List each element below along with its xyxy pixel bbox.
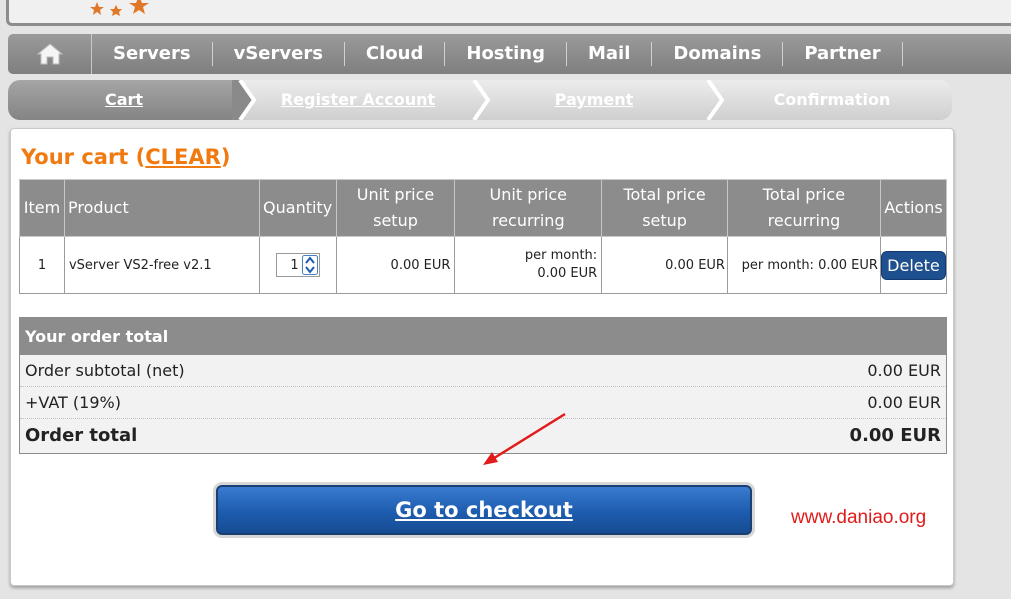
order-total-heading: Your order total — [20, 318, 946, 355]
col-total-price-setup-line1: Total price — [623, 185, 706, 204]
col-quantity: Quantity — [258, 179, 337, 237]
cell-total-price-setup: 0.00 EUR — [601, 236, 728, 294]
cell-item: 1 — [19, 236, 65, 294]
stepper-arrows-icon[interactable] — [301, 255, 318, 275]
cart-table-header: Item Product Quantity Unit price setup U… — [19, 179, 948, 237]
cell-total-price-recurring: per month: 0.00 EUR — [726, 236, 881, 294]
col-item: Item — [19, 179, 65, 237]
quantity-value: 1 — [290, 258, 299, 273]
cart-title: Your cart — [21, 145, 129, 169]
cell-product: vServer VS2-free v2.1 — [63, 236, 260, 294]
col-unit-price-recurring: Unit price recurring — [454, 179, 603, 237]
col-unit-price-setup-line1: Unit price — [356, 185, 435, 204]
order-total-label: Order total — [25, 425, 138, 446]
step-payment[interactable]: Payment — [484, 80, 704, 120]
annotation-arrow-icon — [483, 412, 566, 465]
cell-quantity: 1 — [258, 236, 337, 294]
checkout-steps: Cart Register Account Payment Confirmati… — [8, 80, 952, 120]
step-cart[interactable]: Cart — [8, 80, 240, 120]
order-subtotal-value: 0.00 EUR — [867, 361, 941, 380]
nav-item-vservers[interactable]: vServers — [213, 42, 345, 66]
col-unit-price-recurring-line2: recurring — [491, 211, 565, 230]
col-total-price-setup: Total price setup — [601, 179, 728, 237]
watermark-text: www.daniao.org — [791, 507, 927, 528]
nav-item-cloud[interactable]: Cloud — [345, 42, 446, 66]
nav-item-domains[interactable]: Domains — [652, 42, 784, 66]
order-total-value: 0.00 EUR — [849, 425, 941, 446]
col-total-price-setup-line2: setup — [642, 211, 687, 230]
col-total-price-recurring-line1: Total price — [762, 185, 846, 204]
order-vat-value: 0.00 EUR — [867, 393, 941, 412]
top-header-strip — [6, 0, 1011, 26]
cart-heading: Your cart (CLEAR) — [21, 145, 231, 169]
col-unit-price-setup: Unit price setup — [335, 179, 456, 237]
cart-panel: Your cart (CLEAR) Item Product Quantity … — [10, 128, 954, 586]
col-total-price-recurring-line2: recurring — [767, 211, 841, 230]
main-navigation: Servers vServers Cloud Hosting Mail Doma… — [8, 34, 1011, 74]
order-subtotal-label: Order subtotal (net) — [25, 361, 185, 380]
col-total-price-recurring: Total price recurring — [726, 179, 881, 237]
cell-unit-price-recurring-line2: 0.00 EUR — [537, 266, 598, 281]
order-vat-label: +VAT (19%) — [25, 393, 121, 412]
nav-item-hosting[interactable]: Hosting — [445, 42, 567, 66]
nav-item-mail[interactable]: Mail — [567, 42, 653, 66]
cart-table: Item Product Quantity Unit price setup U… — [19, 179, 948, 294]
nav-item-partner[interactable]: Partner — [783, 42, 903, 66]
cell-unit-price-recurring-line1: per month: — [524, 248, 598, 263]
home-icon — [36, 43, 63, 65]
order-subtotal-row: Order subtotal (net) 0.00 EUR — [20, 355, 946, 387]
col-unit-price-recurring-line1: Unit price — [489, 185, 568, 204]
table-row: 1 vServer VS2-free v2.1 1 0.00 EUR per m… — [19, 236, 948, 294]
rating-stars-icon — [90, 0, 149, 16]
step-register-account[interactable]: Register Account — [248, 80, 468, 120]
cell-unit-price-setup: 0.00 EUR — [335, 236, 456, 294]
quantity-stepper[interactable]: 1 — [275, 253, 320, 277]
delete-button[interactable]: Delete — [881, 250, 946, 280]
clear-cart-link[interactable]: CLEAR — [145, 145, 221, 169]
step-confirmation: Confirmation — [773, 90, 891, 109]
nav-item-servers[interactable]: Servers — [92, 42, 213, 66]
cell-actions: Delete — [879, 236, 948, 294]
cell-unit-price-recurring: per month: 0.00 EUR — [454, 236, 603, 294]
col-actions: Actions — [879, 179, 948, 237]
go-to-checkout-button[interactable]: Go to checkout — [216, 485, 752, 535]
home-button[interactable] — [8, 34, 92, 74]
col-unit-price-setup-line2: setup — [373, 211, 418, 230]
col-product: Product — [63, 179, 260, 237]
